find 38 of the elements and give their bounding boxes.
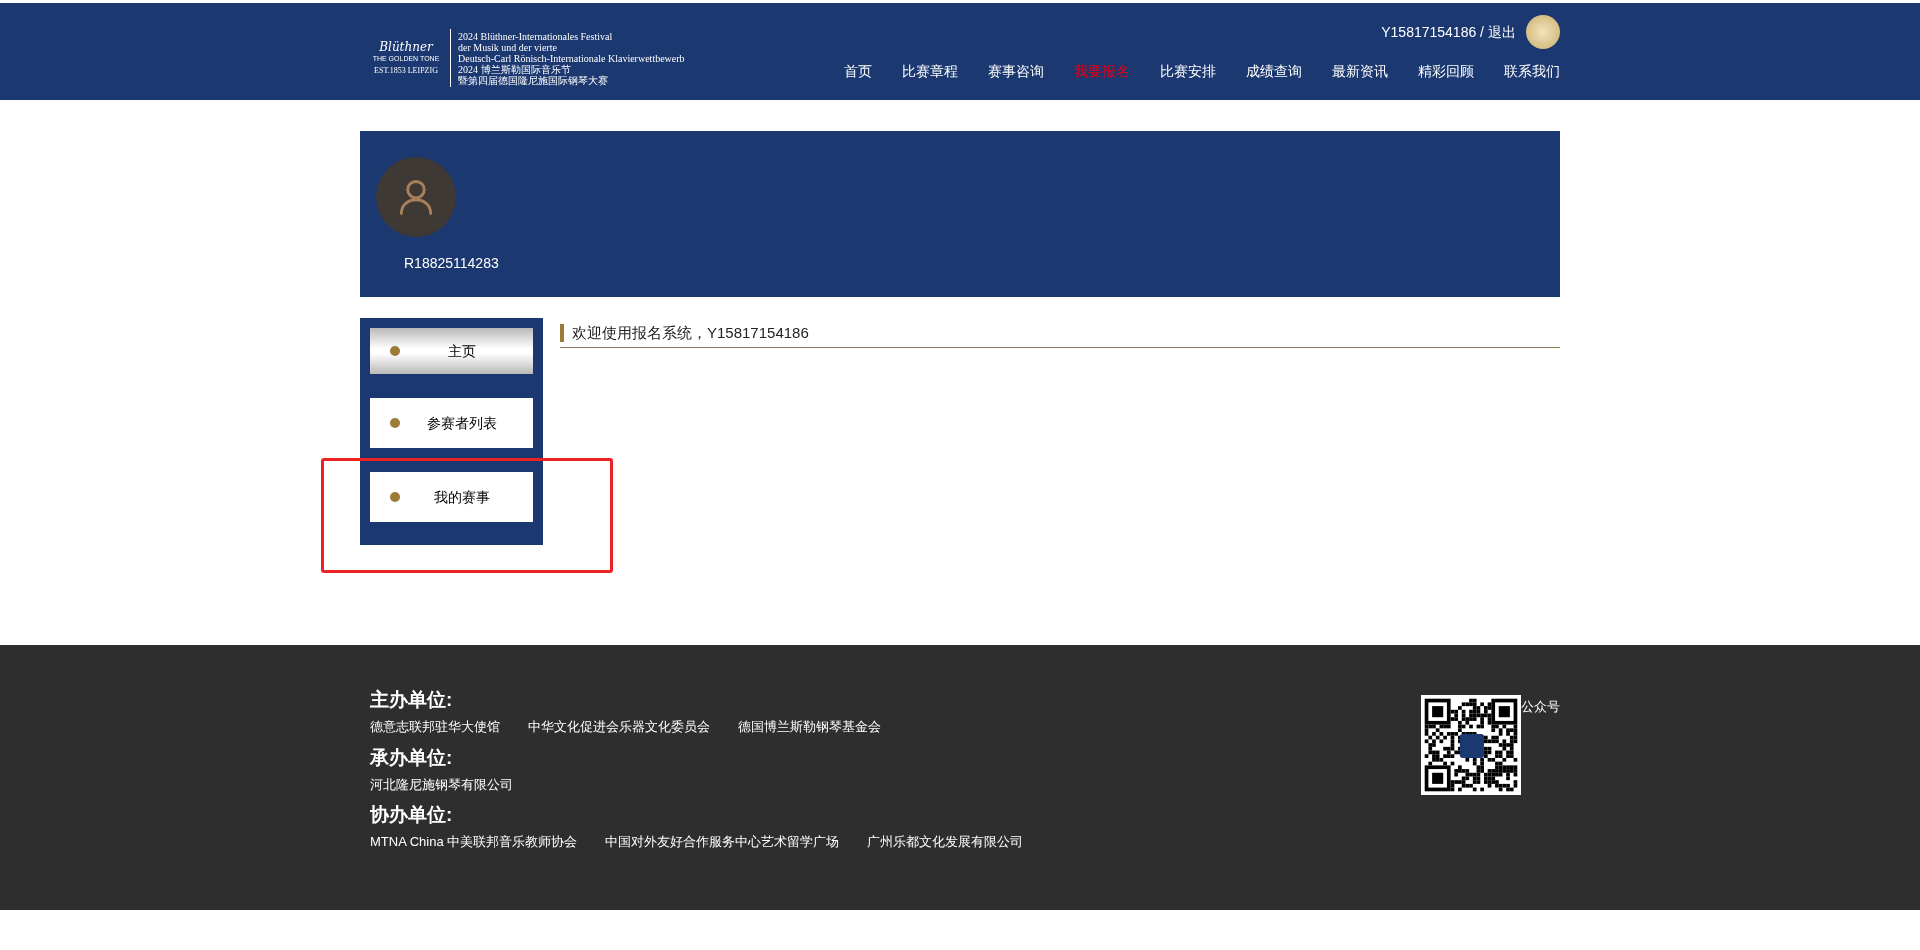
brand-wordmark: Blüthner	[379, 41, 433, 53]
logo-text-line: der Musik und der vierte	[458, 41, 558, 53]
footer-heading: 协办单位:	[370, 803, 453, 827]
organizer-name: 德意志联邦驻华大使馆	[370, 718, 500, 736]
nav-link[interactable]: 赛事咨询	[988, 61, 1044, 82]
logo-text-line: 暨第四届德国隆尼施国际钢琴大赛	[458, 74, 609, 86]
organizer-name: 广州乐都文化发展有限公司	[867, 833, 1024, 851]
organizer-name: 德国博兰斯勒钢琴基金会	[738, 718, 881, 736]
logo-text-line: 2024 Blüthner-Internationales Festival	[458, 30, 614, 42]
nav-link[interactable]: 联系我们	[1504, 61, 1560, 82]
bullet-icon	[390, 492, 400, 502]
footer-heading: 承办单位:	[370, 745, 453, 770]
organizer-name: 中国对外友好合作服务中心艺术留学广场	[605, 833, 840, 851]
nav-link[interactable]: 成绩查询	[1246, 61, 1302, 82]
qr-code-icon	[1421, 695, 1521, 795]
organizer-name: MTNA China 中美联邦音乐教师协会	[370, 833, 578, 851]
bullet-icon	[390, 346, 400, 356]
sidebar-item[interactable]: 我的赛事	[370, 472, 533, 522]
nav-link[interactable]: 精彩回顾	[1418, 61, 1474, 82]
logo-text-line: Deutsch-Carl Rönisch-Internationale Klavierwettbewerb	[458, 52, 685, 64]
logo-text-line: 2024 博兰斯勒国际音乐节	[458, 63, 572, 75]
profile-username: R18825114283	[404, 254, 499, 273]
brand-established: EST.1853 LEIPZIG	[374, 67, 438, 75]
user-account-text: Y15817154186 /	[1381, 22, 1484, 42]
logout-link[interactable]: 退出	[1488, 21, 1516, 43]
organizer-name: 河北隆尼施钢琴有限公司	[370, 775, 513, 794]
nav-link[interactable]: 比赛安排	[1160, 61, 1216, 82]
bullet-icon	[390, 418, 400, 428]
sidebar-item[interactable]: 参赛者列表	[370, 398, 533, 448]
qr-caption: 公众号	[1521, 698, 1560, 716]
user-avatar-icon	[1526, 15, 1560, 49]
nav-link[interactable]: 最新资讯	[1332, 61, 1388, 82]
nav-link[interactable]: 比赛章程	[902, 61, 958, 82]
organizer-name: 中华文化促进会乐器文化委员会	[528, 718, 710, 736]
sidebar-item[interactable]: 主页	[370, 328, 533, 374]
welcome-heading: 欢迎使用报名系统，Y15817154186	[560, 324, 1560, 342]
footer-heading: 主办单位:	[370, 688, 453, 712]
nav-link[interactable]: 首页	[844, 61, 872, 82]
